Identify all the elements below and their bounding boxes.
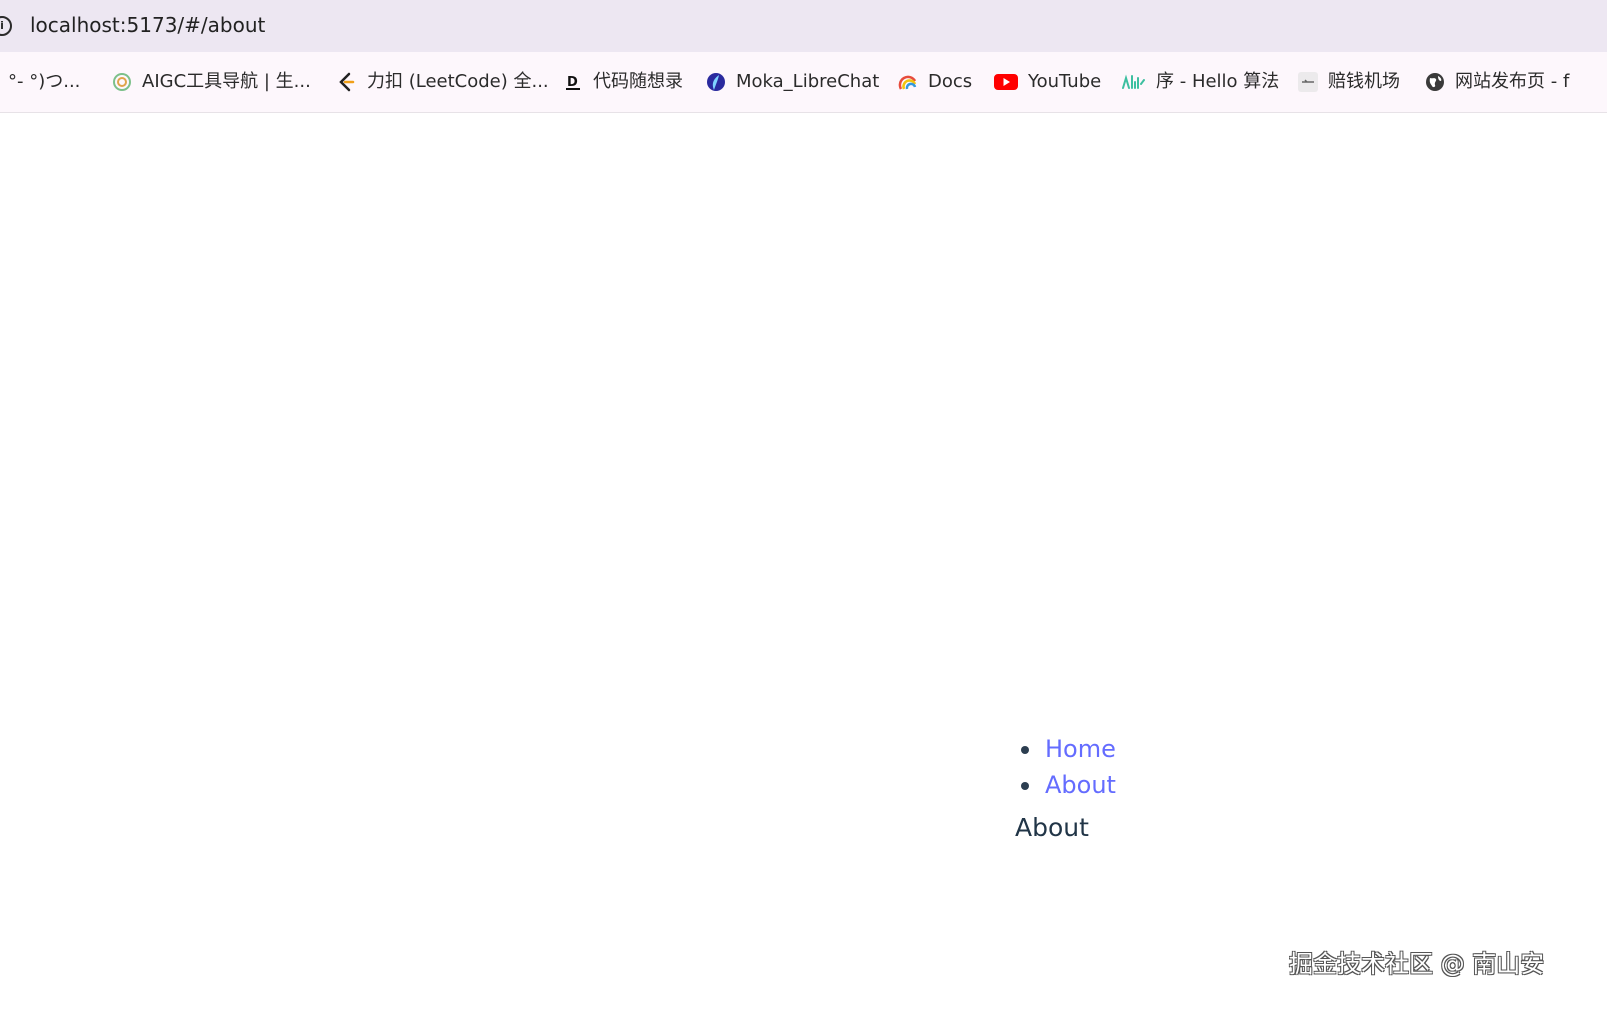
nav-item-about: About	[1018, 770, 1116, 806]
nav-list: Home About	[1018, 734, 1116, 806]
info-icon[interactable]: i	[0, 16, 12, 36]
airport-icon	[1298, 72, 1318, 92]
bookmark-item[interactable]: Moka_LibreChat	[706, 52, 879, 112]
bookmark-label: °- °)つ...	[8, 71, 81, 92]
bookmark-item[interactable]: 赔钱机场	[1298, 52, 1400, 112]
nav-item-home: Home	[1018, 734, 1116, 770]
bookmark-label: 序 - Hello 算法	[1156, 71, 1280, 92]
dm-icon: D	[563, 72, 583, 92]
bookmarks-bar: °- °)つ... AIGC工具导航 | 生... 力扣 (LeetCode) …	[0, 52, 1607, 113]
bullet	[1021, 746, 1029, 754]
youtube-icon	[994, 72, 1018, 92]
bookmark-label: 代码随想录	[593, 71, 683, 92]
globe-icon	[1425, 72, 1445, 92]
bookmark-label: 赔钱机场	[1328, 71, 1400, 92]
bookmark-label: 力扣 (LeetCode) 全...	[367, 71, 549, 92]
bookmark-item[interactable]: D 代码随想录	[563, 52, 683, 112]
bookmark-label: AIGC工具导航 | 生...	[142, 71, 311, 92]
watermark-text: 掘金技术社区 @ 南山安	[1289, 950, 1545, 978]
bookmark-item[interactable]: Docs	[898, 52, 972, 112]
bookmark-item[interactable]: AIGC工具导航 | 生...	[112, 52, 311, 112]
about-link[interactable]: About	[1045, 771, 1116, 799]
bookmark-label: Moka_LibreChat	[736, 71, 880, 92]
bookmark-label: 网站发布页 - f	[1455, 71, 1570, 92]
bookmark-item[interactable]: °- °)つ...	[8, 52, 80, 112]
bookmark-label: Docs	[928, 71, 973, 92]
address-bar: i localhost:5173/#/about	[0, 0, 1607, 52]
bookmark-item[interactable]: 网站发布页 - f	[1425, 52, 1569, 112]
svg-text:D: D	[567, 75, 578, 90]
aigc-icon	[112, 72, 132, 92]
url-text[interactable]: localhost:5173/#/about	[30, 13, 265, 37]
rainbow-icon	[898, 72, 918, 92]
bullet	[1021, 782, 1029, 790]
bookmark-item[interactable]: 序 - Hello 算法	[1122, 52, 1279, 112]
hello-algo-icon	[1122, 72, 1146, 92]
bookmark-item[interactable]: 力扣 (LeetCode) 全...	[337, 52, 549, 112]
leetcode-icon	[337, 72, 357, 92]
bookmark-item[interactable]: YouTube	[994, 52, 1101, 112]
librechat-icon	[706, 72, 726, 92]
page-title: About	[1015, 813, 1089, 842]
bookmark-label: YouTube	[1028, 71, 1102, 92]
home-link[interactable]: Home	[1045, 735, 1116, 763]
